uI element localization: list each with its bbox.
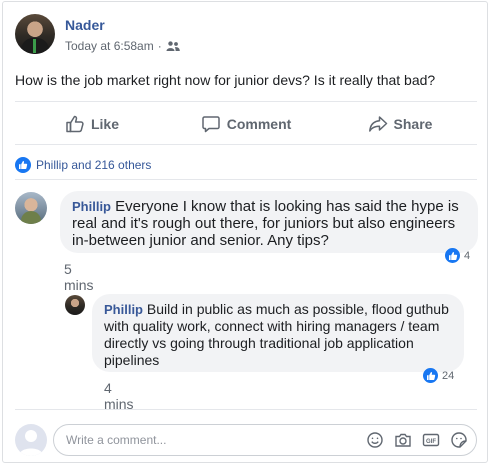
friends-icon[interactable]: [166, 41, 180, 51]
post-body: How is the job market right now for juni…: [15, 72, 436, 88]
sticker-icon[interactable]: [450, 431, 468, 449]
meta-separator: ·: [157, 39, 162, 53]
comment-text: Build in public as much as possible, flo…: [104, 301, 449, 368]
thumbs-up-icon: [66, 115, 84, 133]
like-button[interactable]: Like: [15, 106, 169, 142]
commenter-name[interactable]: Phillip: [72, 199, 111, 214]
reactions-summary[interactable]: Phillip and 216 others: [15, 157, 151, 173]
commenter-avatar[interactable]: [15, 192, 47, 224]
speech-bubble-icon: [201, 116, 220, 133]
composer-icons: GIF: [366, 431, 468, 449]
camera-icon[interactable]: [394, 431, 412, 449]
comment-input[interactable]: Write a comment... GIF: [53, 424, 477, 456]
comment-bubble: Phillip Build in public as much as possi…: [92, 294, 464, 372]
share-arrow-icon: [368, 116, 387, 132]
post-actions: Like Comment Share: [15, 106, 477, 142]
author-name[interactable]: Nader: [65, 17, 105, 33]
comment-text: Everyone I know that is looking has said…: [72, 198, 459, 249]
like-label: Like: [90, 116, 119, 132]
comment-time[interactable]: 4 mins: [104, 380, 134, 412]
emoji-icon[interactable]: [366, 431, 384, 449]
divider: [15, 409, 477, 410]
divider: [15, 101, 477, 102]
like-reaction-icon: [445, 248, 460, 263]
share-label: Share: [393, 116, 433, 132]
comment-likes[interactable]: 4: [445, 248, 470, 263]
svg-text:GIF: GIF: [426, 439, 436, 445]
comment-bubble: Phillip Everyone I know that is looking …: [60, 191, 478, 253]
commenter-avatar[interactable]: [65, 295, 85, 315]
comment-like-count: 24: [442, 369, 455, 382]
post-meta: Today at 6:58am ·: [65, 39, 180, 53]
comment-button[interactable]: Comment: [169, 106, 323, 142]
comment-likes[interactable]: 24: [423, 368, 454, 383]
comment-placeholder: Write a comment...: [66, 433, 167, 447]
divider: [15, 144, 477, 145]
comment-label: Comment: [226, 116, 292, 132]
commenter-name[interactable]: Phillip: [104, 302, 143, 317]
comment-like-count: 4: [464, 249, 471, 262]
comment-time[interactable]: 5 mins: [64, 261, 94, 293]
share-button[interactable]: Share: [323, 106, 477, 142]
post-card: Nader Today at 6:58am · How is the job m…: [2, 1, 488, 463]
comment-composer: Write a comment... GIF: [15, 422, 477, 458]
author-avatar[interactable]: [15, 14, 55, 54]
gif-icon[interactable]: GIF: [422, 431, 440, 449]
post-header: Nader Today at 6:58am ·: [15, 14, 475, 54]
like-reaction-icon: [423, 368, 438, 383]
reactions-text: Phillip and 216 others: [36, 158, 152, 172]
like-reaction-icon: [15, 157, 31, 173]
divider: [15, 179, 477, 180]
current-user-avatar: [15, 424, 47, 456]
post-timestamp[interactable]: Today at 6:58am: [65, 39, 154, 53]
